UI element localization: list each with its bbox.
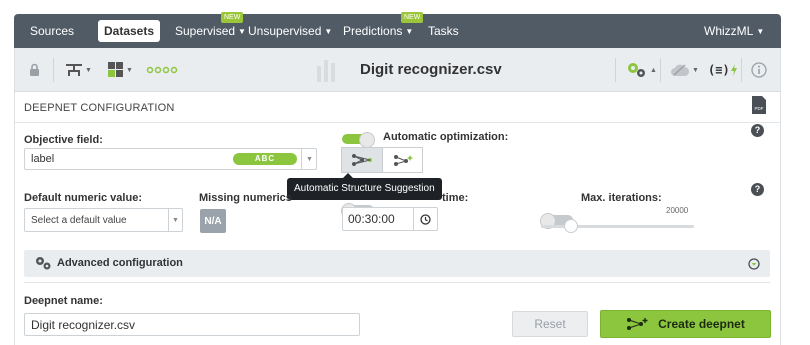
chevron-down-icon: ▼: [756, 27, 765, 36]
advanced-config-label: Advanced configuration: [57, 257, 183, 269]
chevron-down-icon: ▼: [405, 27, 414, 36]
network-sparkle-icon: [393, 155, 413, 166]
deepnet-name-value: Digit recognizer.csv: [31, 317, 136, 332]
chevron-down-icon[interactable]: ▼: [301, 149, 317, 169]
deepnet-name-input[interactable]: Digit recognizer.csv: [24, 313, 360, 336]
objective-value: label: [31, 153, 55, 165]
max-iterations-slider-handle[interactable]: [564, 219, 578, 233]
chevron-down-icon: ▼: [238, 27, 246, 36]
nav-datasets[interactable]: Datasets: [98, 20, 160, 42]
max-training-label: time:: [442, 192, 469, 204]
nav-supervised[interactable]: Supervised ▼: [175, 24, 246, 38]
max-training-input[interactable]: 00:30:00: [342, 207, 438, 231]
nav-supervised-label: Supervised: [175, 24, 236, 38]
structure-mode-switch: [341, 147, 423, 173]
configure-icon[interactable]: ▲: [626, 61, 657, 79]
nav-sources[interactable]: Sources: [30, 24, 74, 38]
help-icon[interactable]: ?: [751, 183, 764, 196]
default-numeric-label: Default numeric value:: [24, 192, 142, 204]
chevron-down-circle-icon[interactable]: [748, 257, 760, 275]
new-badge-supervised: NEW: [221, 12, 244, 23]
chevron-down-icon[interactable]: ▼: [168, 209, 182, 231]
type-badge: ABC: [233, 153, 297, 165]
nav-predictions[interactable]: Predictions ▼: [343, 24, 413, 38]
tooltip: Automatic Structure Suggestion: [287, 173, 442, 200]
auto-optimization-label: Automatic optimization:: [383, 131, 509, 143]
nav-user-label: WhizzML: [704, 24, 754, 38]
default-numeric-select[interactable]: Select a default value ▼: [24, 208, 183, 232]
deepnet-config-panel: DEEPNET CONFIGURATION PDF Objective fiel…: [14, 92, 781, 345]
dots-icon[interactable]: [146, 61, 178, 79]
network-icon: [627, 318, 648, 330]
missing-numerics-button[interactable]: N/A: [200, 209, 226, 233]
default-numeric-placeholder: Select a default value: [31, 214, 127, 226]
create-deepnet-button[interactable]: Create deepnet: [600, 310, 771, 338]
auto-structure-button[interactable]: [342, 148, 382, 172]
field-types-icon[interactable]: ▼: [108, 61, 133, 79]
tree-icon[interactable]: ▼: [65, 61, 92, 79]
new-badge-predictions: NEW: [401, 12, 424, 23]
section-title: DEEPNET CONFIGURATION: [24, 102, 175, 114]
nav-unsupervised[interactable]: Unsupervised ▼: [248, 24, 332, 38]
nav-predictions-label: Predictions: [343, 24, 403, 38]
auto-optimization-toggle[interactable]: [342, 132, 375, 148]
gears-icon: [34, 256, 52, 275]
nav-tasks[interactable]: Tasks: [428, 24, 459, 38]
auto-structure-sparkle-button[interactable]: [382, 148, 422, 172]
page-title: Digit recognizer.csv: [360, 61, 502, 78]
dataset-toolbar: ▼ ▼ Digit recognizer.csv ▲ ▼ (≡): [14, 48, 781, 92]
max-iterations-label: Max. iterations:: [581, 192, 662, 204]
nav-user-menu[interactable]: WhizzML ▼: [704, 24, 764, 38]
reset-button[interactable]: Reset: [512, 311, 588, 337]
help-icon[interactable]: ?: [751, 124, 764, 137]
advanced-config-bar[interactable]: Advanced configuration: [24, 250, 770, 277]
objective-field-select[interactable]: label ABC ▼: [24, 148, 317, 170]
clock-icon[interactable]: [413, 208, 437, 230]
objective-label: Objective field:: [24, 134, 103, 146]
max-iterations-value: 20000: [666, 206, 689, 215]
deepnet-name-label: Deepnet name:: [24, 295, 103, 307]
info-icon[interactable]: [751, 61, 767, 79]
nav-unsupervised-label: Unsupervised: [248, 24, 322, 38]
dataset-bars-icon: [315, 58, 339, 82]
lock-icon[interactable]: [29, 61, 40, 79]
formula-icon[interactable]: (≡): [708, 61, 738, 79]
missing-numerics-label: Missing numerics: [199, 192, 292, 204]
chevron-down-icon: ▼: [324, 27, 333, 36]
top-nav: Sources Datasets Supervised ▼ NEW Unsuper…: [14, 12, 781, 48]
create-deepnet-label: Create deepnet: [658, 317, 745, 331]
cloud-icon[interactable]: ▼: [670, 61, 699, 79]
max-training-value: 00:30:00: [348, 212, 395, 226]
svg-text:PDF: PDF: [755, 106, 764, 111]
pdf-icon[interactable]: PDF: [752, 96, 766, 119]
network-icon: [352, 154, 372, 166]
